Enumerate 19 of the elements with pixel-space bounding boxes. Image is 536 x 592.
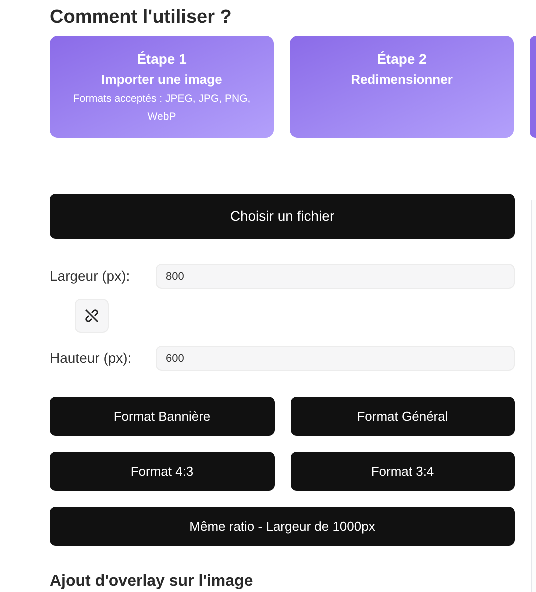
field-label: Hauteur (px): [50,349,133,368]
section-heading: Ajout d'overlay sur l'image [50,572,254,592]
preset-button[interactable]: Format 3:4 [290,452,515,491]
file-button[interactable]: Choisir un fichier [50,194,515,239]
width-field[interactable]: 800 [156,264,515,289]
field-label: Largeur (px): [50,267,132,286]
step-note: Formats acceptés : JPEG, JPG, PNG, WebP [72,92,252,125]
unlink-icon [84,308,100,324]
section-heading: Comment l'utiliser ? [50,6,233,30]
height-field[interactable]: 600 [156,346,515,371]
preset-button[interactable]: Format 4:3 [50,452,274,491]
step-subtitle: Redimensionner [350,71,454,89]
preset-button[interactable]: Même ratio - Largeur de 1000px [50,507,515,546]
preset-button[interactable]: Format Général [290,397,515,436]
step-title: Étape 1 [136,50,188,68]
ratio-lock-button[interactable] [75,299,109,333]
step-subtitle: Importer une image [100,71,224,89]
step-title: Étape 2 [376,50,428,68]
preset-button[interactable]: Format Bannière [50,397,274,436]
